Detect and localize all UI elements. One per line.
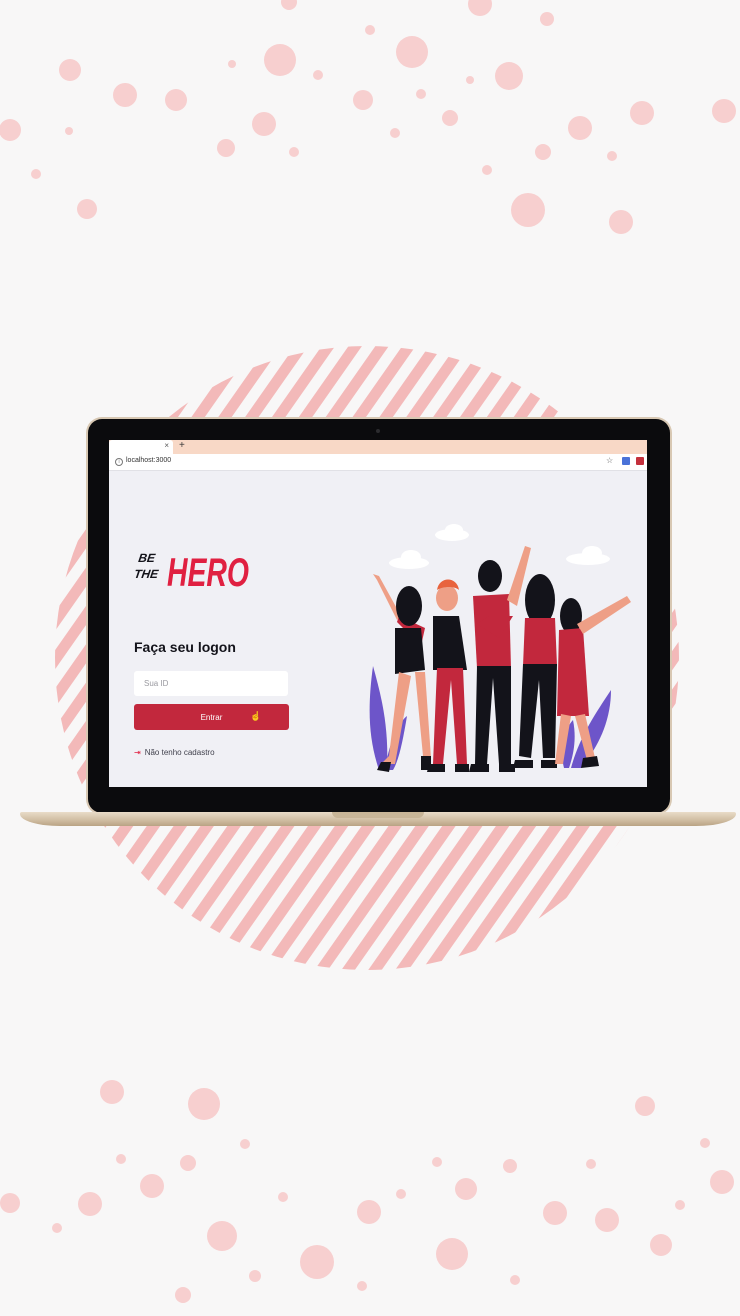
url-text[interactable]: localhost:3000	[126, 457, 171, 464]
be-the-hero-logo: BE THE HERO	[133, 551, 249, 595]
enter-button[interactable]: Entrar	[134, 704, 289, 730]
hand-pointer-icon: ☝	[250, 711, 262, 721]
page-title: Faça seu logon	[134, 639, 236, 655]
browser-window: × + i localhost:3000 ☆ BE THE HERO Faça …	[109, 440, 647, 787]
camera-icon	[376, 429, 380, 433]
info-icon[interactable]: i	[115, 458, 123, 466]
close-icon[interactable]: ×	[164, 441, 169, 450]
clouds	[389, 524, 610, 569]
translate-icon[interactable]	[622, 457, 630, 465]
register-link[interactable]: ⇥ Não tenho cadastro	[134, 748, 215, 757]
spots-top	[0, 0, 736, 234]
login-arrow-icon: ⇥	[134, 748, 141, 757]
heroes-illustration	[369, 524, 631, 772]
browser-tab-strip: × +	[109, 440, 647, 454]
browser-tab[interactable]: ×	[109, 440, 173, 454]
register-link-label: Não tenho cadastro	[144, 748, 215, 757]
logo-text-be: BE	[137, 551, 157, 565]
id-input[interactable]	[134, 671, 288, 696]
laptop-base	[20, 812, 736, 826]
laptop-notch	[332, 812, 424, 818]
extension-icon[interactable]	[636, 457, 644, 465]
logo-text-hero: HERO	[167, 551, 249, 595]
address-bar[interactable]: i localhost:3000 ☆	[109, 454, 647, 471]
new-tab-button[interactable]: +	[179, 440, 185, 451]
spots-bottom	[0, 1080, 734, 1303]
logo-text-the: THE	[133, 567, 160, 581]
star-icon[interactable]: ☆	[606, 456, 613, 465]
